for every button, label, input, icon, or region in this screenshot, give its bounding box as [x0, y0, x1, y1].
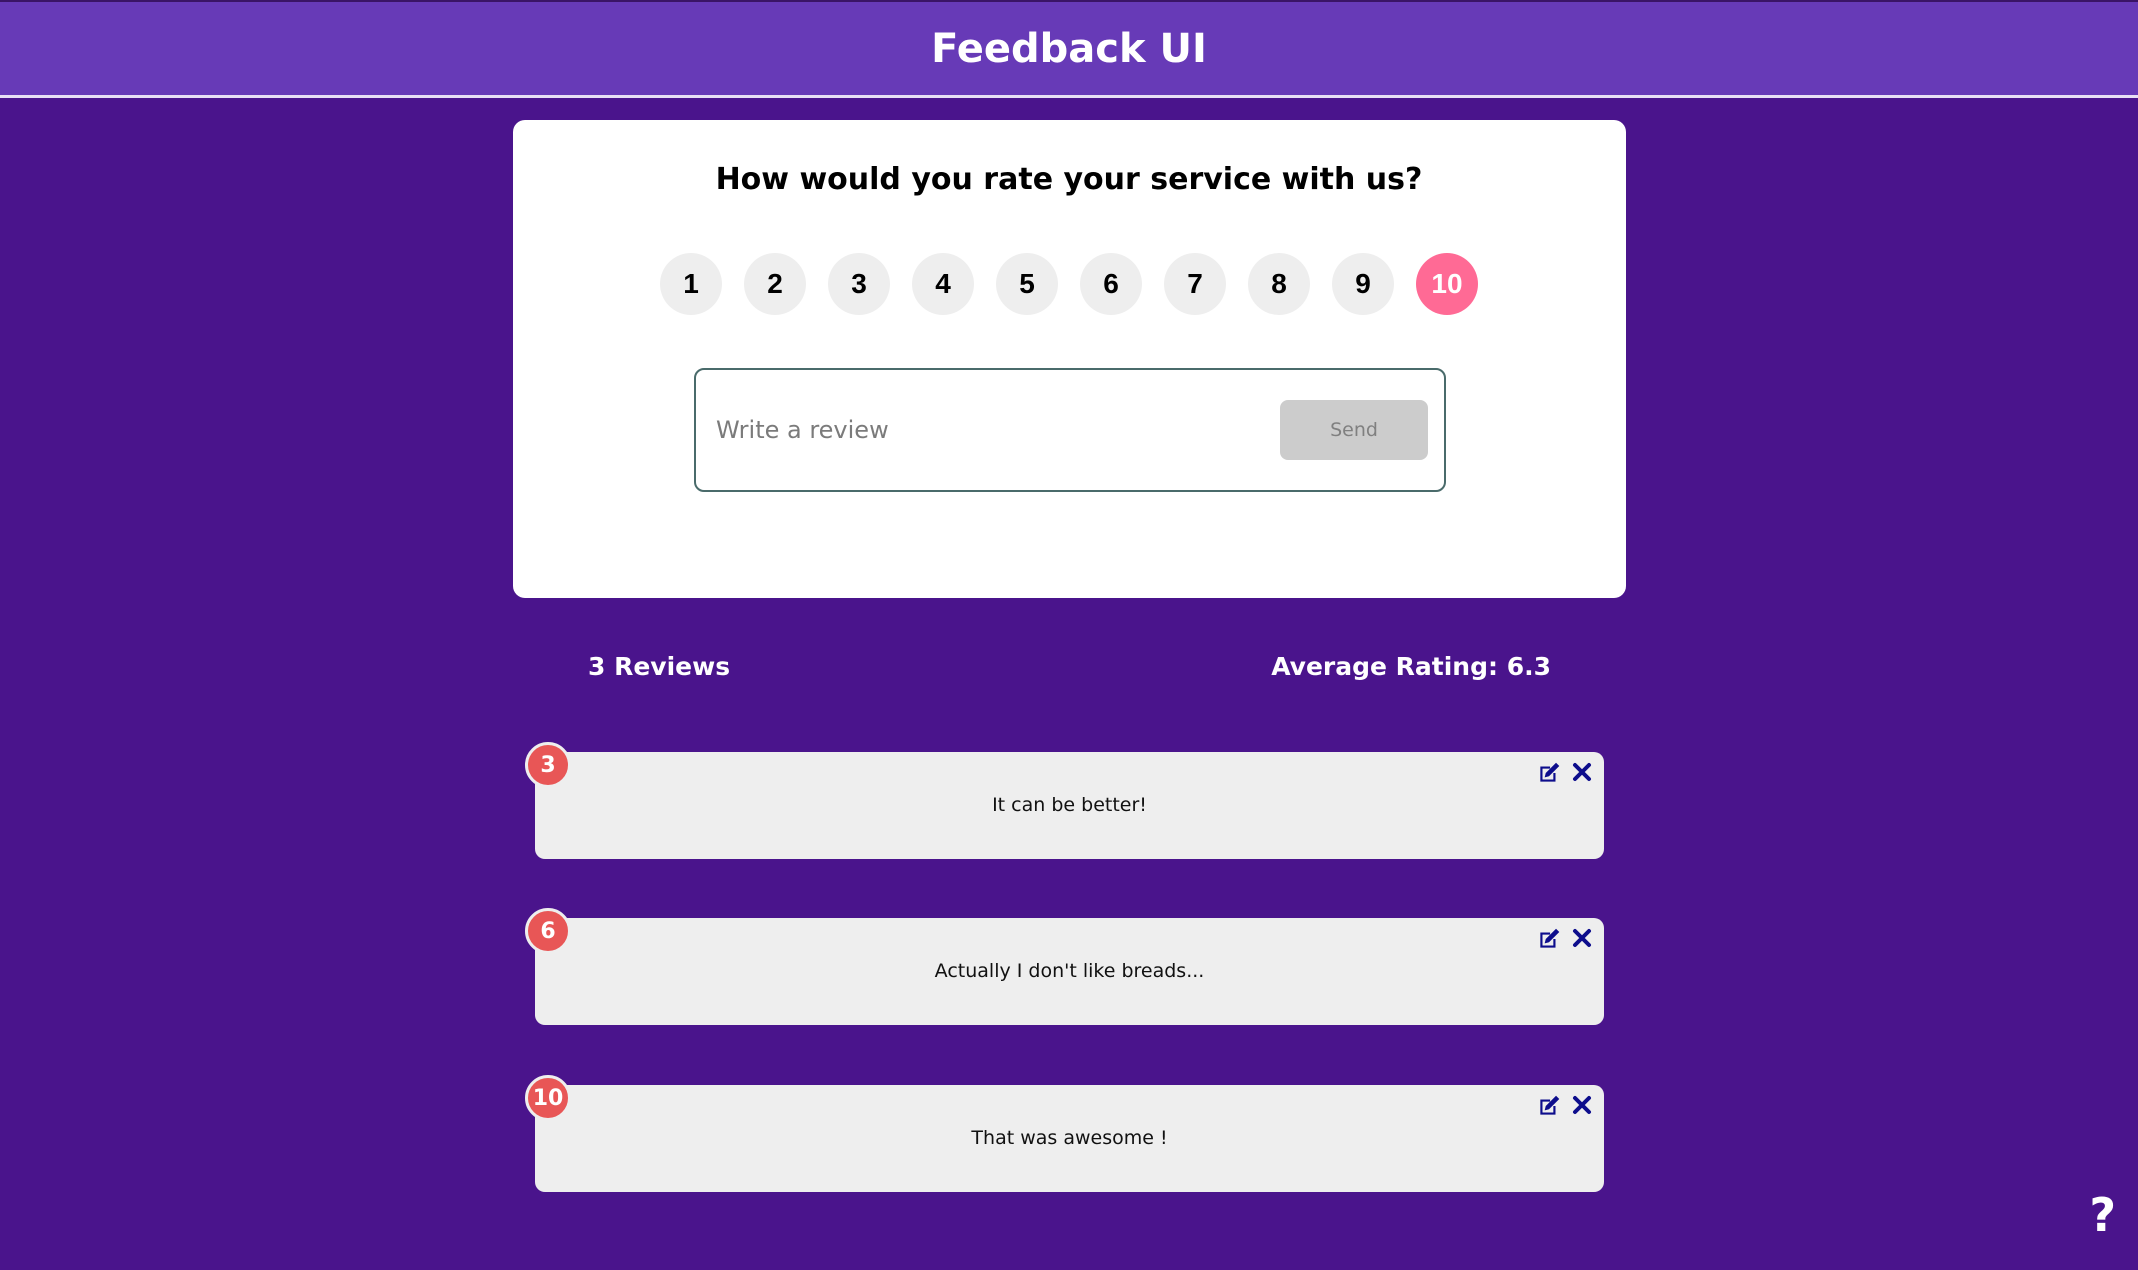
rating-question: How would you rate your service with us?	[715, 162, 1423, 197]
rating-selector: 1 2 3 4 5 6 7 8 9 10	[0, 253, 2138, 315]
edit-icon[interactable]	[1536, 1093, 1562, 1119]
review-card: 10 That was awesome !	[525, 1075, 1604, 1192]
review-input[interactable]	[716, 410, 1236, 450]
review-rating-badge: 6	[525, 908, 571, 954]
review-rating-badge: 3	[525, 742, 571, 788]
app-header: Feedback UI	[0, 0, 2138, 98]
review-text: Actually I don't like breads...	[934, 960, 1205, 982]
edit-icon[interactable]	[1536, 760, 1562, 786]
rating-option-6[interactable]: 6	[1080, 253, 1142, 315]
rating-option-4[interactable]: 4	[912, 253, 974, 315]
question-icon[interactable]: ?	[2089, 1188, 2116, 1242]
close-icon[interactable]	[1570, 760, 1594, 784]
edit-icon[interactable]	[1536, 926, 1562, 952]
average-rating: Average Rating: 6.3	[1271, 652, 1551, 681]
rating-option-1[interactable]: 1	[660, 253, 722, 315]
rating-option-5[interactable]: 5	[996, 253, 1058, 315]
rating-option-9[interactable]: 9	[1332, 253, 1394, 315]
rating-option-7[interactable]: 7	[1164, 253, 1226, 315]
close-icon[interactable]	[1570, 926, 1594, 950]
rating-option-2[interactable]: 2	[744, 253, 806, 315]
rating-option-8[interactable]: 8	[1248, 253, 1310, 315]
review-card: 6 Actually I don't like breads...	[525, 908, 1604, 1025]
send-button[interactable]: Send	[1280, 400, 1428, 460]
close-icon[interactable]	[1570, 1093, 1594, 1117]
review-count: 3 Reviews	[588, 652, 731, 681]
rating-option-3[interactable]: 3	[828, 253, 890, 315]
rating-option-10[interactable]: 10	[1416, 253, 1478, 315]
review-card: 3 It can be better!	[525, 742, 1604, 859]
review-text: It can be better!	[992, 794, 1147, 816]
app-title: Feedback UI	[931, 25, 1207, 72]
review-rating-badge: 10	[525, 1075, 571, 1121]
review-text: That was awesome !	[971, 1127, 1168, 1149]
review-input-group: Send	[694, 368, 1446, 492]
